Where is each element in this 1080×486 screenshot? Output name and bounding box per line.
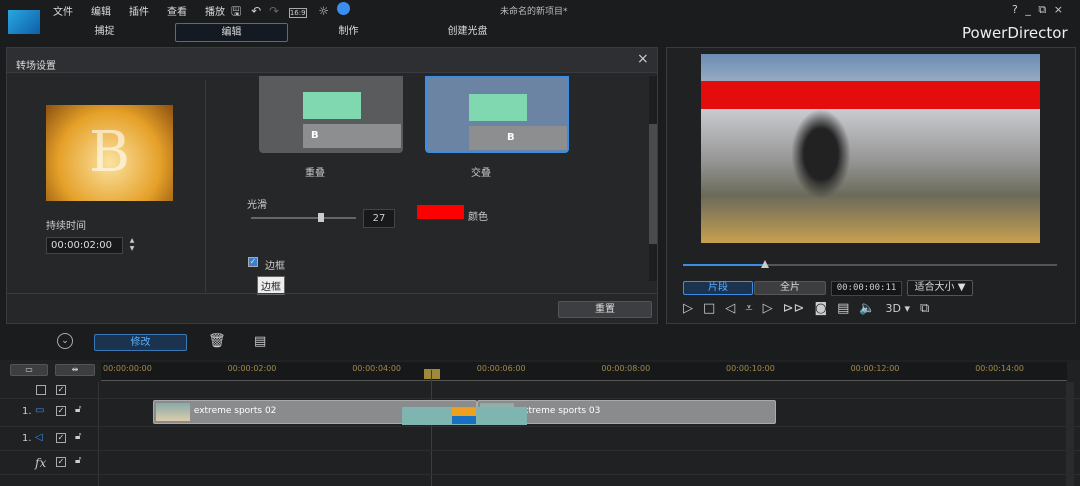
menu-edit[interactable]: 编辑: [91, 7, 111, 18]
tab-capture[interactable]: 捕捉: [48, 23, 161, 42]
preview-scrubber[interactable]: [683, 264, 1057, 266]
prev-frame-icon[interactable]: ◁: [725, 301, 735, 316]
clip-options-icon[interactable]: ⌄: [57, 333, 73, 349]
minimize-button[interactable]: _: [1025, 3, 1031, 16]
border-label: 边框: [265, 261, 285, 272]
video-track-checkbox[interactable]: ✓: [56, 406, 66, 416]
lock-icon[interactable]: 🔓︎: [75, 455, 81, 466]
more-icon[interactable]: ▤: [254, 334, 266, 349]
dialog-title: 转场设置: [16, 61, 56, 72]
transition-thumbnail: B: [46, 105, 173, 201]
undock-icon[interactable]: ⧉: [920, 301, 929, 316]
mark-icon[interactable]: ⩡: [745, 301, 752, 316]
ruler-tick: 00:00:06:00: [476, 364, 526, 373]
restore-button[interactable]: ⧉: [1038, 3, 1046, 16]
ruler-tick: 00:00:08:00: [601, 364, 651, 373]
brand-label: PowerDirector: [962, 24, 1068, 42]
smooth-slider[interactable]: [251, 217, 356, 219]
video-track-icon: ▭: [35, 405, 45, 416]
audio-track-icon: ◁: [35, 432, 43, 443]
lock-icon[interactable]: 🔓︎: [75, 431, 81, 442]
border-checkbox[interactable]: ✓: [248, 257, 258, 267]
menu-play[interactable]: 播放: [205, 7, 225, 18]
duration-input[interactable]: 00:00:02:00: [46, 237, 123, 254]
fit-size-dropdown[interactable]: 适合大小 ▼: [907, 280, 973, 296]
ruler-tick: 00:00:12:00: [850, 364, 900, 373]
smooth-slider-handle[interactable]: [318, 213, 324, 222]
settings-icon[interactable]: ☼: [318, 4, 329, 18]
ruler-tick: 00:00:04:00: [352, 364, 401, 373]
audio-track-checkbox[interactable]: ✓: [56, 433, 66, 443]
mode-overlap[interactable]: B: [259, 76, 403, 153]
ruler-tick: 00:00:14:00: [975, 364, 1024, 373]
help-button[interactable]: ?: [1012, 3, 1018, 16]
video-preview: [701, 54, 1040, 243]
menu-view[interactable]: 查看: [167, 7, 187, 18]
clip-mode-button[interactable]: 片段: [683, 281, 753, 295]
menu-file[interactable]: 文件: [53, 7, 73, 18]
tab-edit[interactable]: 编辑: [175, 23, 288, 42]
mode-overlap-label: 重叠: [305, 168, 325, 179]
track-manager-button[interactable]: ▭: [10, 364, 48, 376]
smooth-value[interactable]: 27: [363, 209, 395, 228]
clip-name: extreme sports 02: [193, 406, 277, 416]
transition-settings-dialog: 转场设置 × B 持续时间 00:00:02:00 ▲ ▼ B 重叠 B 交叠 光…: [6, 47, 658, 324]
preview-timecode: 00:00:00:11: [831, 281, 902, 296]
subtitle-icon[interactable]: ▤: [837, 301, 849, 316]
menu-bar: 文件 编辑 插件 查看 播放: [53, 3, 243, 18]
all-tracks-checkbox[interactable]: ✓: [56, 385, 66, 395]
snapshot-icon[interactable]: ◙: [814, 301, 827, 316]
ruler-tick: 00:00:00:00: [103, 364, 152, 373]
fast-forward-icon[interactable]: ⊳⊳: [783, 301, 805, 316]
tab-create-disc[interactable]: 创建光盘: [411, 23, 524, 42]
tab-produce[interactable]: 制作: [292, 23, 405, 42]
lock-icon[interactable]: 🔓︎: [75, 404, 81, 415]
smooth-label: 光滑: [247, 200, 267, 211]
motorbike-rider: [791, 109, 851, 199]
fx-track-icon: fx: [35, 456, 47, 470]
delete-icon[interactable]: 🗑: [208, 333, 226, 349]
mode-crossfade-label: 交叠: [471, 168, 491, 179]
dialog-scrollbar[interactable]: [649, 76, 657, 281]
redo-icon[interactable]: ↷: [269, 4, 279, 18]
menu-plugins[interactable]: 插件: [129, 7, 149, 18]
fit-timeline-button[interactable]: ⇹: [55, 364, 95, 376]
clip-thumbnail: [155, 403, 190, 421]
close-button[interactable]: ×: [1054, 3, 1063, 16]
transition-clip[interactable]: [402, 407, 527, 425]
color-label: 颜色: [468, 212, 488, 223]
3d-button[interactable]: 3D ▾: [886, 302, 911, 315]
modify-button[interactable]: 修改: [94, 334, 187, 351]
app-logo: [8, 10, 40, 34]
clip-name: extreme sports 03: [517, 406, 601, 416]
reset-button[interactable]: 重置: [558, 301, 652, 318]
mode-crossfade[interactable]: B: [425, 76, 569, 153]
ruler-tick: 00:00:02:00: [227, 364, 277, 373]
ruler-tick: 00:00:10:00: [726, 364, 775, 373]
border-color-swatch[interactable]: [417, 205, 464, 219]
next-frame-icon[interactable]: ▷: [763, 301, 773, 316]
play-icon[interactable]: ▷: [683, 301, 693, 316]
timeline-scrollbar[interactable]: [1066, 382, 1074, 486]
duration-label: 持续时间: [46, 221, 86, 232]
volume-icon[interactable]: 🔈: [859, 301, 875, 316]
playhead-marker[interactable]: [424, 369, 440, 379]
preview-panel: 片段 全片 00:00:00:11 适合大小 ▼ ▷ □ ◁ ⩡ ▷ ⊳⊳ ◙ ▤ 🔈 3D ▾ ⧉: [666, 47, 1076, 324]
notification-icon[interactable]: [337, 2, 350, 15]
undo-icon[interactable]: ↶: [251, 4, 261, 18]
fx-track-checkbox[interactable]: ✓: [56, 457, 66, 467]
movie-mode-button[interactable]: 全片: [754, 281, 826, 295]
dialog-close-icon[interactable]: ×: [637, 51, 649, 67]
window-title: 未命名的新项目*: [500, 7, 568, 17]
transition-icon: [452, 408, 477, 424]
save-icon[interactable]: 🖫: [231, 4, 241, 18]
aspect-ratio-icon[interactable]: 16:9: [288, 8, 307, 18]
duration-spinner[interactable]: ▲ ▼: [125, 237, 139, 254]
stop-icon[interactable]: □: [703, 301, 715, 316]
